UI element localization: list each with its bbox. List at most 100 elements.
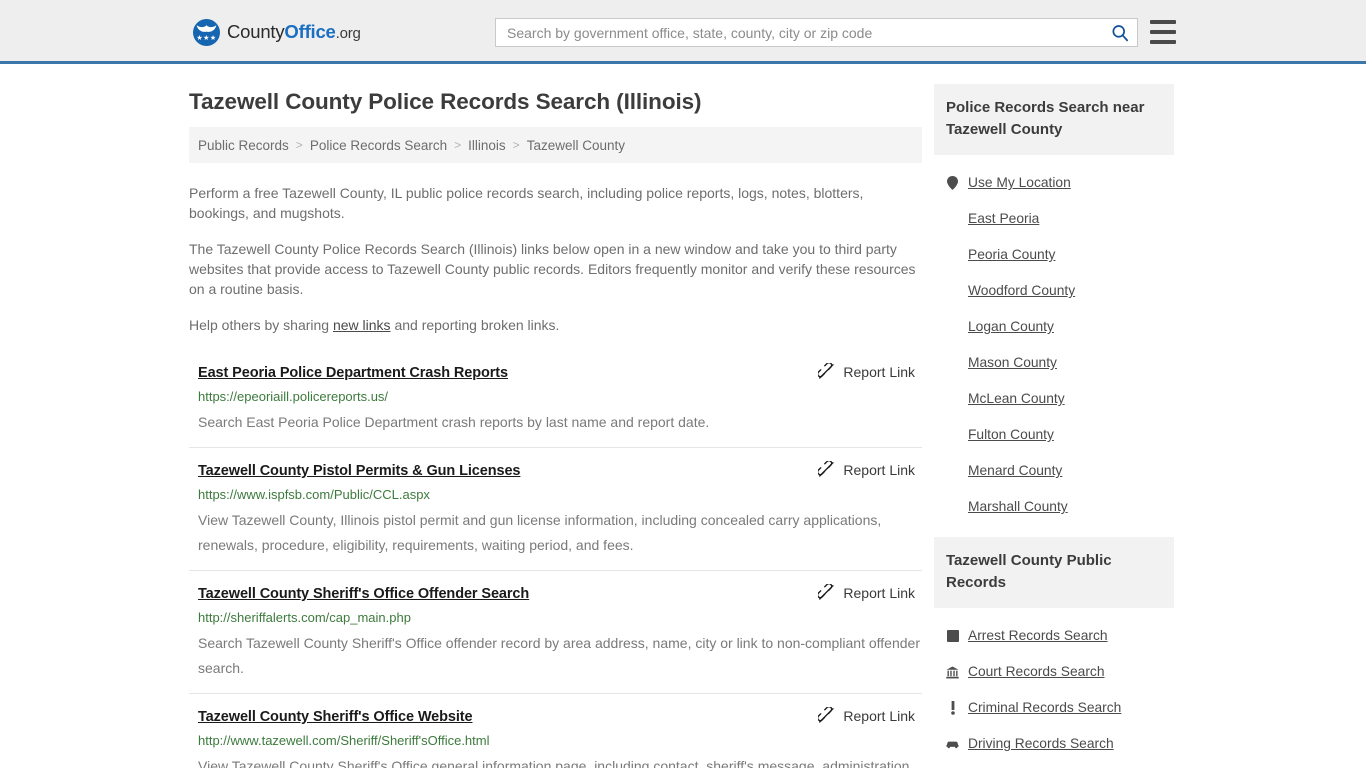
result-item: Tazewell County Pistol Permits & Gun Lic… [189, 447, 922, 570]
menu-bar-3 [1150, 40, 1176, 44]
public-records-item[interactable]: Criminal Records Search [946, 690, 1174, 726]
broken-link-icon [818, 584, 835, 600]
results-list: East Peoria Police Department Crash Repo… [189, 349, 922, 768]
hamburger-menu-icon[interactable] [1150, 20, 1176, 44]
nearby-link[interactable]: Logan County [968, 318, 1054, 336]
result-url: http://www.tazewell.com/Sheriff/Sheriff'… [198, 733, 490, 748]
report-link-label: Report Link [843, 584, 915, 601]
brand-part-tld: .org [335, 24, 361, 42]
sidebar: Police Records Search near Tazewell Coun… [934, 64, 1174, 768]
courthouse-icon [946, 665, 959, 679]
search-input[interactable] [496, 19, 1103, 46]
public-records-links-list: Arrest Records Search Court Records Searc… [934, 608, 1174, 762]
map-pin-icon [946, 176, 959, 190]
page-title: Tazewell County Police Records Search (I… [189, 89, 702, 114]
stars-icon: ★★★ [196, 35, 217, 42]
nearby-link[interactable]: Fulton County [968, 426, 1054, 444]
result-item: East Peoria Police Department Crash Repo… [189, 349, 922, 447]
broken-link-icon [818, 461, 835, 477]
public-records-link[interactable]: Criminal Records Search [968, 699, 1121, 717]
menu-bar-1 [1150, 20, 1176, 24]
breadcrumb: Public Records > Police Records Search >… [189, 127, 922, 163]
site-logo[interactable]: ★★★ CountyOffice.org [193, 19, 361, 46]
public-records-item[interactable]: Court Records Search [946, 654, 1174, 690]
report-link-button[interactable]: Report Link [818, 461, 915, 478]
nearby-link[interactable]: Mason County [968, 354, 1057, 372]
report-link-label: Report Link [843, 363, 915, 380]
courthouse-icon [946, 665, 959, 678]
nearby-item[interactable]: Peoria County [946, 237, 1174, 273]
nearby-link[interactable]: Use My Location [968, 174, 1071, 192]
result-url: http://sheriffalerts.com/cap_main.php [198, 610, 411, 625]
broken-link-icon [818, 707, 835, 723]
brand-part-office: Office [284, 20, 336, 42]
nearby-link[interactable]: McLean County [968, 390, 1065, 408]
breadcrumb-separator: > [454, 138, 462, 152]
exclamation-icon [946, 701, 959, 715]
new-links-link[interactable]: new links [333, 317, 391, 333]
nearby-item[interactable]: McLean County [946, 381, 1174, 417]
nearby-item[interactable]: Logan County [946, 309, 1174, 345]
result-header: East Peoria Police Department Crash Repo… [198, 363, 922, 383]
nearby-link[interactable]: Woodford County [968, 282, 1075, 300]
public-records-panel-heading: Tazewell County Public Records [934, 537, 1174, 608]
brand-text: CountyOffice.org [227, 21, 361, 45]
result-description: View Tazewell County Sheriff's Office ge… [198, 758, 914, 768]
car-icon [946, 739, 959, 749]
exclamation-icon [950, 701, 955, 715]
page-body: Tazewell County Police Records Search (I… [0, 64, 1366, 768]
public-records-link[interactable]: Arrest Records Search [968, 627, 1108, 645]
report-link-button[interactable]: Report Link [818, 363, 915, 380]
breadcrumb-item-police-records-search[interactable]: Police Records Search [310, 138, 447, 153]
report-link-label: Report Link [843, 707, 915, 724]
nearby-item[interactable]: Fulton County [946, 417, 1174, 453]
nearby-link[interactable]: Marshall County [968, 498, 1068, 516]
search-icon [1112, 24, 1129, 41]
search-bar[interactable] [495, 18, 1138, 47]
intro-paragraph-2: The Tazewell County Police Records Searc… [189, 241, 916, 297]
public-records-item[interactable]: Driving Records Search [946, 726, 1174, 762]
public-records-link[interactable]: Driving Records Search [968, 735, 1114, 753]
nearby-link[interactable]: Peoria County [968, 246, 1055, 264]
breadcrumb-item-public-records[interactable]: Public Records [198, 138, 289, 153]
search-button[interactable] [1103, 19, 1137, 46]
nearby-panel-heading: Police Records Search near Tazewell Coun… [934, 84, 1174, 155]
public-records-item[interactable]: Arrest Records Search [946, 618, 1174, 654]
intro-paragraph-1: Perform a free Tazewell County, IL publi… [189, 185, 864, 221]
result-title-link[interactable]: Tazewell County Sheriff's Office Offende… [198, 584, 529, 604]
result-item: Tazewell County Sheriff's Office Offende… [189, 570, 922, 693]
breadcrumb-separator: > [512, 138, 520, 152]
nearby-item[interactable]: Marshall County [946, 489, 1174, 525]
fingerprint-icon [946, 630, 959, 642]
brand-part-county: County [227, 20, 285, 42]
report-link-button[interactable]: Report Link [818, 584, 915, 601]
nearby-item[interactable]: East Peoria [946, 201, 1174, 237]
nearby-links-list: Use My Location East Peoria Peoria County W… [934, 155, 1174, 525]
nearby-item[interactable]: Mason County [946, 345, 1174, 381]
report-link-label: Report Link [843, 461, 915, 478]
nearby-link[interactable]: Menard County [968, 462, 1062, 480]
report-link-button[interactable]: Report Link [818, 707, 915, 724]
nearby-panel: Police Records Search near Tazewell Coun… [934, 84, 1174, 525]
result-header: Tazewell County Sheriff's Office Offende… [198, 584, 922, 604]
broken-link-icon [818, 363, 835, 379]
main-content: Tazewell County Police Records Search (I… [189, 64, 922, 768]
result-title-link[interactable]: Tazewell County Pistol Permits & Gun Lic… [198, 461, 520, 481]
breadcrumb-item-illinois[interactable]: Illinois [468, 138, 506, 153]
menu-bar-2 [1150, 30, 1176, 34]
nearby-link[interactable]: East Peoria [968, 210, 1039, 228]
public-records-link[interactable]: Court Records Search [968, 663, 1105, 681]
nearby-item[interactable]: Menard County [946, 453, 1174, 489]
result-header: Tazewell County Sheriff's Office Website… [198, 707, 922, 727]
nearby-item[interactable]: Woodford County [946, 273, 1174, 309]
result-description: Search East Peoria Police Department cra… [198, 414, 710, 430]
result-header: Tazewell County Pistol Permits & Gun Lic… [198, 461, 922, 481]
car-icon [946, 741, 959, 749]
result-description: Search Tazewell County Sheriff's Office … [198, 635, 920, 676]
result-item: Tazewell County Sheriff's Office Website… [189, 693, 922, 768]
breadcrumb-item-tazewell-county: Tazewell County [526, 137, 625, 153]
result-title-link[interactable]: East Peoria Police Department Crash Repo… [198, 363, 508, 383]
nearby-item[interactable]: Use My Location [946, 165, 1174, 201]
breadcrumb-separator: > [295, 138, 303, 152]
result-title-link[interactable]: Tazewell County Sheriff's Office Website [198, 707, 473, 727]
